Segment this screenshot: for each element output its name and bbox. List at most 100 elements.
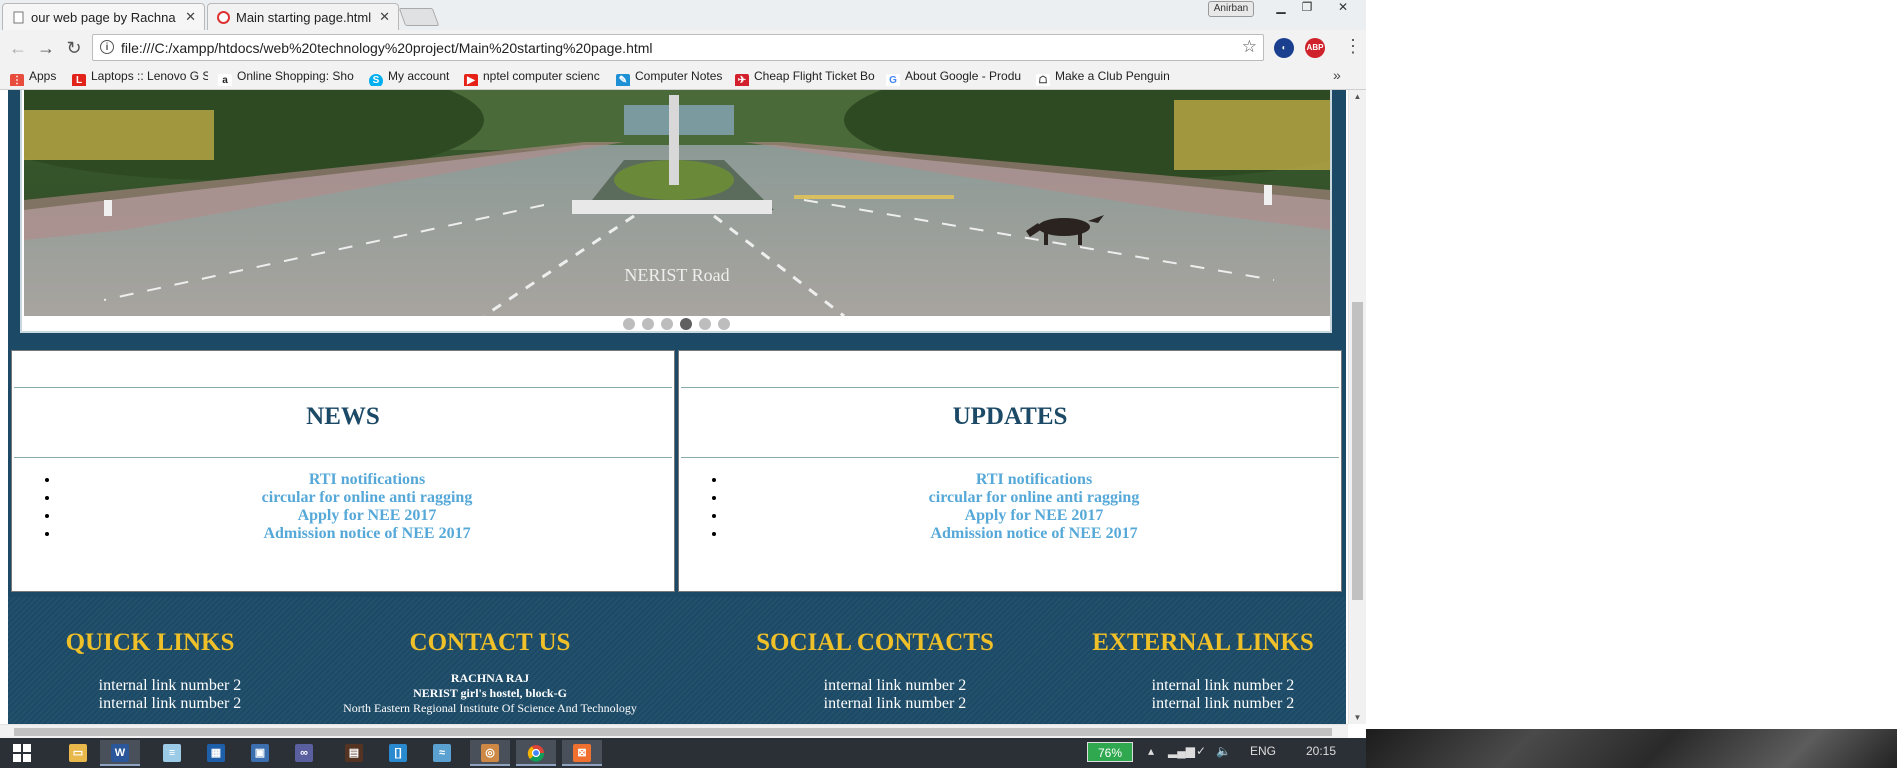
- bookmark-club-penguin[interactable]: ☖ Make a Club Penguin: [1036, 69, 1176, 86]
- chrome-menu-icon[interactable]: ⋮: [1344, 36, 1362, 57]
- clock[interactable]: 20:15: [1306, 744, 1336, 758]
- battery-indicator[interactable]: 76%: [1087, 742, 1133, 762]
- tab-our-web-page[interactable]: our web page by Rachna ✕: [2, 3, 205, 30]
- bookmarks-overflow-icon[interactable]: »: [1333, 67, 1341, 83]
- youtube-icon: ▶: [464, 74, 478, 86]
- chrome-icon[interactable]: [516, 740, 556, 766]
- forward-arrow-icon[interactable]: →: [34, 36, 58, 60]
- tab-main-starting-page[interactable]: Main starting page.html ✕: [207, 3, 399, 30]
- start-button[interactable]: [2, 740, 42, 766]
- close-tab-icon[interactable]: ✕: [185, 9, 196, 25]
- notes-icon: ✎: [616, 74, 630, 86]
- network-icon[interactable]: ▂▄▆: [1168, 744, 1195, 758]
- address-bar[interactable]: i file:///C:/xampp/htdocs/web%20technolo…: [92, 34, 1264, 61]
- penguin-icon: ☖: [1036, 74, 1050, 86]
- notepad-icon[interactable]: ≡: [152, 740, 192, 766]
- quick-link[interactable]: internal link number 2: [70, 677, 270, 695]
- slider-dot-active[interactable]: [679, 318, 692, 330]
- news-box: NEWS RTI notifications circular for onli…: [11, 350, 675, 592]
- updates-list: RTI notifications circular for online an…: [679, 471, 1341, 543]
- file-explorer-icon[interactable]: ▭: [58, 740, 98, 766]
- tab-strip: our web page by Rachna ✕ Main starting p…: [0, 0, 1366, 31]
- external-link[interactable]: internal link number 2: [1108, 695, 1338, 713]
- monitor-icon[interactable]: ▣: [240, 740, 280, 766]
- language-indicator[interactable]: ENG: [1250, 744, 1276, 758]
- restore-button[interactable]: ❐: [1294, 0, 1320, 16]
- volume-icon[interactable]: 🔈: [1216, 744, 1231, 758]
- paint-icon[interactable]: ◎: [470, 740, 510, 766]
- updates-link[interactable]: RTI notifications: [727, 471, 1341, 489]
- external-links-heading: EXTERNAL LINKS: [1092, 629, 1314, 656]
- news-link[interactable]: Apply for NEE 2017: [60, 507, 674, 525]
- social-link[interactable]: internal link number 2: [770, 695, 1020, 713]
- updates-link[interactable]: circular for online anti ragging: [727, 489, 1341, 507]
- glasses-icon[interactable]: ∞: [284, 740, 324, 766]
- bookmark-cheap-flight[interactable]: ✈ Cheap Flight Ticket Bo: [735, 69, 875, 86]
- chrome-file-icon: [217, 11, 230, 24]
- reload-icon[interactable]: ↻: [62, 36, 86, 60]
- bookmark-nptel[interactable]: ▶ nptel computer scienc: [464, 69, 604, 86]
- lenovo-icon: L: [72, 74, 86, 86]
- xampp-icon[interactable]: ⊠: [562, 740, 602, 766]
- contact-name: RACHNA RAJ: [450, 671, 530, 685]
- new-tab-button[interactable]: [398, 8, 440, 26]
- social-link[interactable]: internal link number 2: [770, 677, 1020, 695]
- nerist-road-photo: NERIST Road: [24, 90, 1330, 316]
- adblock-plus-icon[interactable]: ABP: [1305, 38, 1325, 58]
- back-arrow-icon[interactable]: ←: [6, 36, 30, 60]
- minimize-button[interactable]: ▁: [1268, 0, 1294, 16]
- divider: [14, 387, 672, 388]
- close-window-button[interactable]: ✕: [1330, 0, 1356, 16]
- scroll-up-arrow-icon[interactable]: ▲: [1349, 92, 1366, 101]
- url-text[interactable]: file:///C:/xampp/htdocs/web%20technology…: [121, 40, 653, 56]
- slider-dot[interactable]: [641, 318, 654, 330]
- slider-dot[interactable]: [660, 318, 673, 330]
- word-icon[interactable]: W: [100, 740, 140, 766]
- bookmark-star-icon[interactable]: ☆: [1242, 37, 1257, 57]
- vertical-scroll-thumb[interactable]: [1352, 302, 1363, 600]
- security-icon[interactable]: ✓: [1196, 744, 1206, 758]
- bookmark-amazon[interactable]: a Online Shopping: Sho: [218, 69, 356, 86]
- social-contacts-heading: SOCIAL CONTACTS: [756, 629, 994, 656]
- info-icon[interactable]: i: [100, 40, 114, 54]
- horizontal-scrollbar[interactable]: [0, 724, 1348, 739]
- editor-icon[interactable]: []: [378, 740, 418, 766]
- browser-toolbar: ← → ↻ i file:///C:/xampp/htdocs/web%20te…: [0, 30, 1366, 66]
- bookmark-my-account[interactable]: S My account: [369, 69, 465, 86]
- news-link[interactable]: circular for online anti ragging: [60, 489, 674, 507]
- photos-icon[interactable]: ≈: [422, 740, 462, 766]
- bookmark-lenovo[interactable]: L Laptops :: Lenovo G S: [72, 69, 208, 86]
- slider-dot[interactable]: [622, 318, 635, 330]
- bookmark-computer-notes[interactable]: ✎ Computer Notes: [616, 69, 728, 86]
- quick-link[interactable]: internal link number 2: [70, 695, 270, 713]
- updates-link[interactable]: Admission notice of NEE 2017: [727, 525, 1341, 543]
- slider-dot[interactable]: [698, 318, 711, 330]
- windows-logo-icon: [13, 744, 31, 762]
- divider: [14, 457, 672, 458]
- news-link[interactable]: Admission notice of NEE 2017: [60, 525, 674, 543]
- close-tab-icon[interactable]: ✕: [379, 9, 390, 25]
- profile-button[interactable]: Anirban: [1208, 1, 1254, 17]
- media-icon[interactable]: ▤: [334, 740, 374, 766]
- external-links-column: EXTERNAL LINKS internal link number 2 in…: [1068, 597, 1338, 713]
- google-icon: G: [886, 74, 900, 86]
- news-link[interactable]: RTI notifications: [60, 471, 674, 489]
- updates-link[interactable]: Apply for NEE 2017: [727, 507, 1341, 525]
- desktop-wallpaper-strip: [1366, 729, 1897, 768]
- divider: [681, 457, 1339, 458]
- vertical-scrollbar[interactable]: ▲ ▼: [1348, 90, 1366, 724]
- scroll-down-arrow-icon[interactable]: ▼: [1349, 713, 1366, 722]
- app-icon[interactable]: ▦: [196, 740, 236, 766]
- bookmark-apps[interactable]: ⋮ Apps: [10, 69, 62, 86]
- windows-taskbar: ▭ W ≡ ▦ ▣ ∞ ▤ [] ≈ ◎ ⊠ 76% ▴ ▂▄▆ ✓ 🔈 ENG…: [0, 738, 1366, 768]
- slider-dot[interactable]: [717, 318, 730, 330]
- page-content: NERIST Road NEWS RTI notifications: [0, 90, 1348, 724]
- external-link[interactable]: internal link number 2: [1108, 677, 1338, 695]
- horizontal-scroll-thumb[interactable]: [14, 728, 1332, 736]
- show-hidden-icons-icon[interactable]: ▴: [1148, 744, 1154, 758]
- extension-globe-icon[interactable]: ◐: [1274, 38, 1294, 58]
- news-heading: NEWS: [306, 403, 380, 430]
- bookmark-about-google[interactable]: G About Google - Produ: [886, 69, 1022, 86]
- browser-window: our web page by Rachna ✕ Main starting p…: [0, 0, 1366, 768]
- page-icon: [13, 11, 24, 24]
